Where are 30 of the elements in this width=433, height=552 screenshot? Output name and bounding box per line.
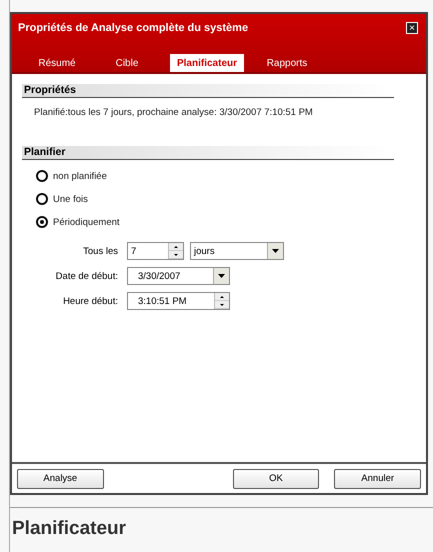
close-button[interactable]: ×: [406, 22, 418, 34]
spin-buttons[interactable]: [214, 293, 229, 309]
tab[interactable]: Rapports: [252, 54, 322, 72]
tab[interactable]: Cible: [92, 54, 162, 72]
radio-button[interactable]: [36, 170, 48, 182]
field-label: Tous les: [82, 246, 119, 256]
radio-label[interactable]: non planifiée: [53, 170, 107, 182]
field-label: Date de début:: [54, 270, 119, 282]
section-heading: Propriétés: [22, 84, 394, 98]
dropdown-arrow-icon: [272, 249, 279, 253]
section-heading: Planifier: [22, 146, 394, 160]
schedule-summary: Planifié:tous les 7 jours, prochaine analyse: 3/30/2007 7:10:51 PM: [34, 107, 314, 118]
unit-dropdown[interactable]: jours: [190, 242, 284, 260]
tab[interactable]: Planificateur: [170, 54, 244, 72]
radio-label[interactable]: Périodiquement: [53, 216, 120, 228]
time-field[interactable]: 3:10:51 PM: [127, 292, 230, 310]
radio-button[interactable]: [36, 216, 48, 228]
radio-button[interactable]: [36, 193, 48, 205]
radio-label[interactable]: Une fois: [53, 194, 88, 204]
dialog-button[interactable]: Analyse: [17, 468, 104, 488]
caption: Planificateur: [12, 518, 128, 540]
window-title: Propriétés de Analyse complète du système: [18, 22, 248, 34]
date-picker[interactable]: 3/30/2007: [127, 267, 230, 285]
tab[interactable]: Résumé: [22, 54, 92, 72]
dropdown-arrow-icon: [218, 274, 225, 278]
field-label: Heure début:: [62, 296, 119, 306]
spin-buttons[interactable]: [168, 243, 183, 259]
dialog-button[interactable]: Annuler: [334, 468, 422, 488]
dialog-button[interactable]: OK: [232, 468, 320, 488]
interval-field[interactable]: 7: [127, 242, 184, 260]
